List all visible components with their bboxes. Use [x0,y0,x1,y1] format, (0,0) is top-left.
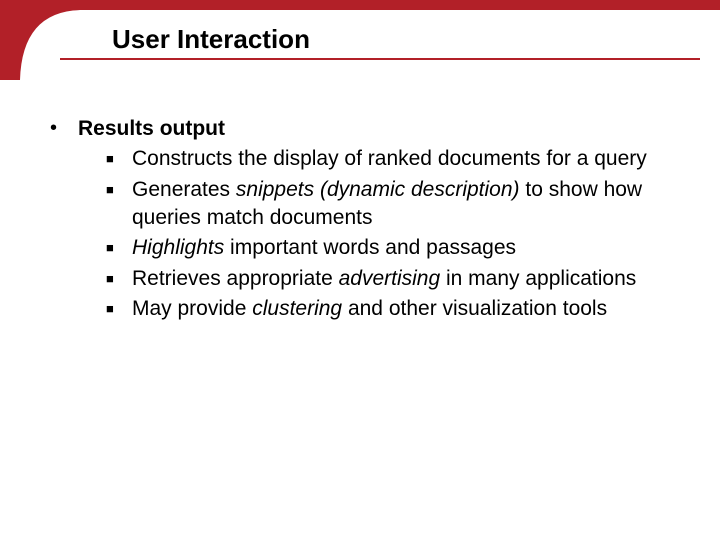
bullet-level1: • Results output [50,115,680,143]
square-bullet-icon: ■ [106,265,132,293]
square-bullet-icon: ■ [106,145,132,173]
sub-bullet-text: May provide clustering and other visuali… [132,295,680,323]
bullet-dot-icon: • [50,115,78,143]
sub-bullet-text: Retrieves appropriate advertising in man… [132,265,680,293]
list-item: ■ Retrieves appropriate advertising in m… [106,265,680,293]
bullet-level1-text: Results output [78,115,225,143]
list-item: ■ Highlights important words and passage… [106,234,680,262]
title-underline [60,58,700,60]
list-item: ■ Constructs the display of ranked docum… [106,145,680,173]
sub-bullet-list: ■ Constructs the display of ranked docum… [106,145,680,323]
list-item: ■ Generates snippets (dynamic descriptio… [106,176,680,233]
sub-bullet-text: Highlights important words and passages [132,234,680,262]
square-bullet-icon: ■ [106,176,132,233]
sub-bullet-text: Generates snippets (dynamic description)… [132,176,680,233]
square-bullet-icon: ■ [106,234,132,262]
sub-bullet-text: Constructs the display of ranked documen… [132,145,680,173]
slide-content: • Results output ■ Constructs the displa… [50,115,680,325]
square-bullet-icon: ■ [106,295,132,323]
corner-curve-decoration [0,0,80,80]
list-item: ■ May provide clustering and other visua… [106,295,680,323]
top-accent-band [0,0,720,10]
